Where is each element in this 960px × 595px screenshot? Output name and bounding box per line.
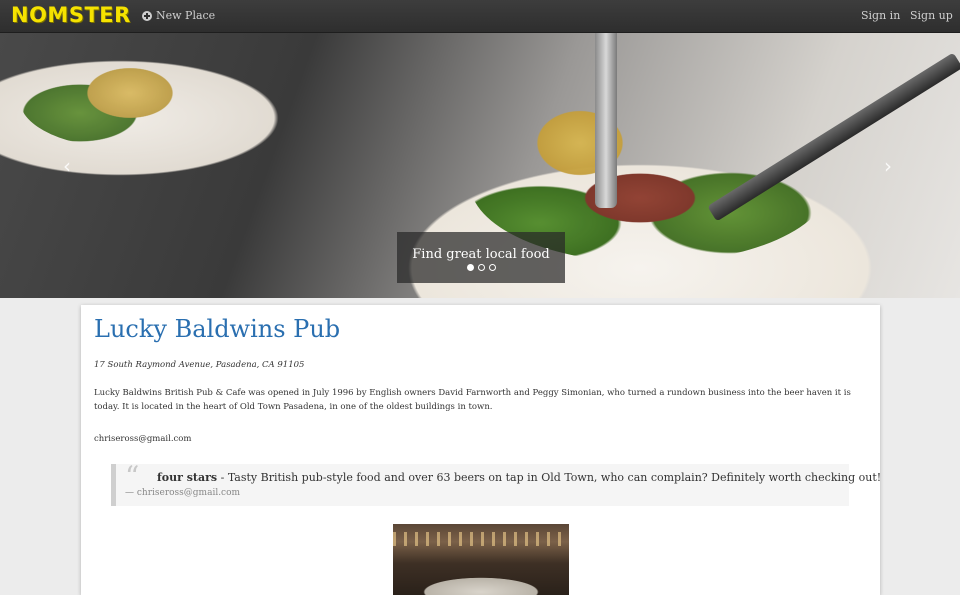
review-author: — chriseross@gmail.com <box>125 488 241 498</box>
hero-carousel: ‹ › Find great local food <box>0 33 960 298</box>
hero-image-fork <box>595 33 617 208</box>
place-card: Lucky Baldwins Pub 17 South Raymond Aven… <box>81 305 881 595</box>
carousel-indicator-1[interactable] <box>466 264 474 271</box>
review-text: four stars - Tasty British pub-style foo… <box>157 471 881 484</box>
place-address: 17 South Raymond Avenue, Pasadena, CA 91… <box>94 360 305 370</box>
review-comment: Tasty British pub-style food and over 63… <box>227 471 882 484</box>
place-description: Lucky Baldwins British Pub & Cafe was op… <box>94 388 851 412</box>
carousel-indicators <box>397 264 565 271</box>
place-owner-email: chriseross@gmail.com <box>94 434 192 444</box>
review-separator: - <box>217 471 228 484</box>
navbar: NOMSTER New Place Sign in Sign up <box>0 0 960 33</box>
sign-up-link[interactable]: Sign up <box>910 9 953 22</box>
hero-image-side-plate <box>20 53 230 148</box>
sign-in-link[interactable]: Sign in <box>861 9 900 22</box>
review-rating: four stars <box>157 471 218 484</box>
carousel-caption: Find great local food <box>397 232 565 283</box>
plus-circle-icon <box>142 10 152 21</box>
carousel-next-icon[interactable]: › <box>884 156 900 176</box>
new-place-link[interactable]: New Place <box>142 9 215 22</box>
brand-logo[interactable]: NOMSTER <box>11 3 131 27</box>
new-place-label: New Place <box>156 9 216 22</box>
carousel-indicator-3[interactable] <box>488 264 496 271</box>
place-title: Lucky Baldwins Pub <box>94 315 341 343</box>
review-blockquote: “ four stars - Tasty British pub-style f… <box>111 460 881 506</box>
carousel-caption-text: Find great local food <box>412 247 550 262</box>
place-photo <box>393 524 569 595</box>
place-photo-lights <box>393 532 569 546</box>
carousel-indicator-2[interactable] <box>477 264 485 271</box>
carousel-prev-icon[interactable]: ‹ <box>63 156 79 176</box>
